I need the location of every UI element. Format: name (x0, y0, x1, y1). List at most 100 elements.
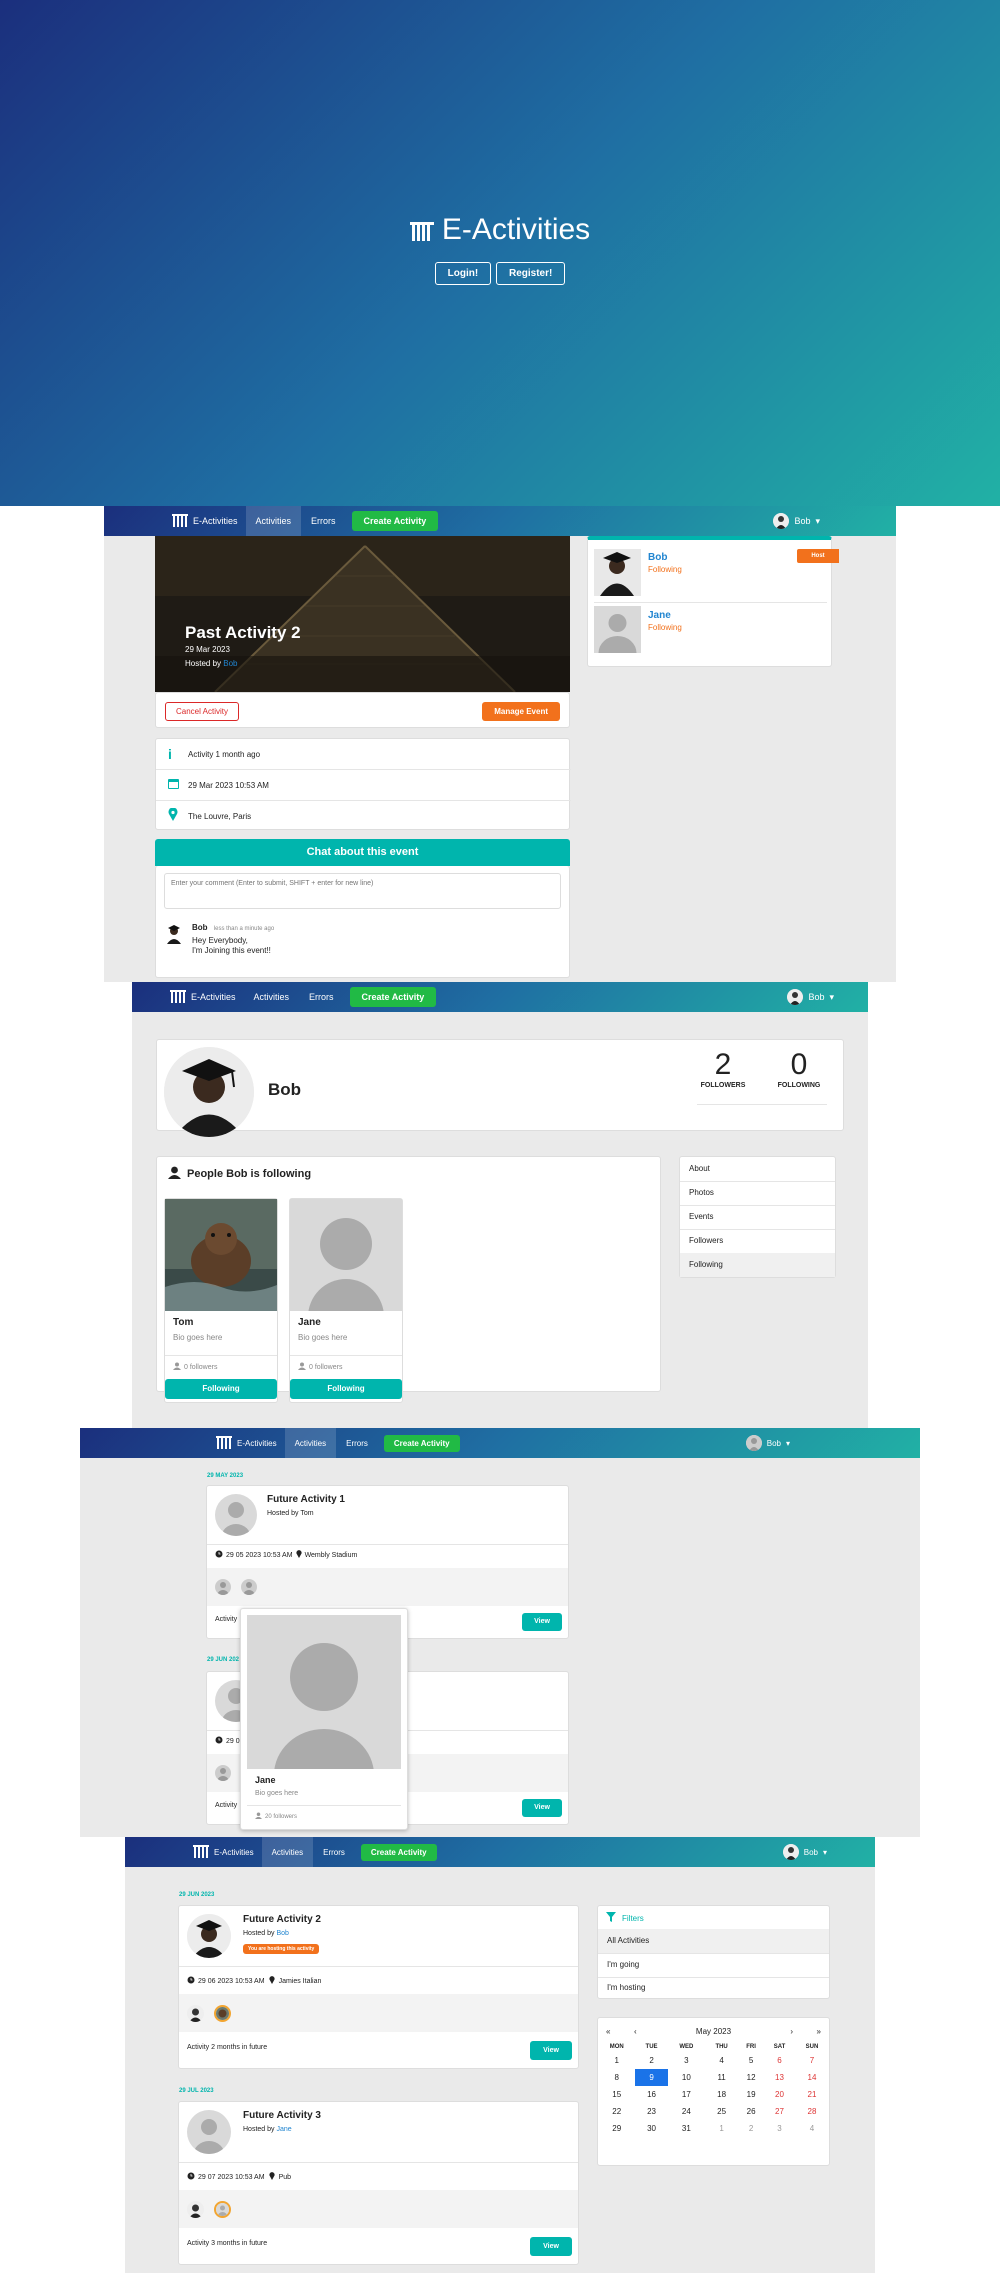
calendar-next-year[interactable]: » (817, 2027, 821, 2036)
following-button[interactable]: Following (290, 1379, 402, 1399)
nav-brand[interactable]: E-Activities (208, 1428, 285, 1458)
calendar-day[interactable]: 26 (738, 2103, 764, 2120)
calendar-day[interactable]: 27 (764, 2103, 795, 2120)
profile-card[interactable]: Jane Bio goes here 0 followers (289, 1198, 403, 1403)
calendar-day[interactable]: 1 (598, 2052, 635, 2069)
calendar-day[interactable]: 13 (764, 2069, 795, 2086)
calendar-day[interactable]: 10 (668, 2069, 705, 2086)
nav-brand[interactable]: E-Activities (162, 982, 244, 1012)
calendar-day[interactable]: 21 (795, 2086, 829, 2103)
calendar-day[interactable]: 17 (668, 2086, 705, 2103)
calendar-day[interactable]: 20 (764, 2086, 795, 2103)
avatar[interactable] (214, 2201, 231, 2218)
profile-card[interactable]: Tom Bio goes here 0 followers (164, 1198, 278, 1403)
avatar[interactable] (215, 1579, 231, 1595)
host-link[interactable]: Bob (223, 659, 237, 668)
calendar-day[interactable]: 24 (668, 2103, 705, 2120)
host-link[interactable]: Jane (276, 2126, 291, 2133)
profile-menu-following[interactable]: Following (680, 1253, 835, 1277)
comment-line-1: Hey Everybody, (192, 936, 248, 945)
profile-menu-photos[interactable]: Photos (680, 1181, 835, 1205)
calendar-next-month[interactable]: › (790, 2027, 793, 2036)
host-link[interactable]: Bob (276, 1930, 288, 1937)
calendar-day[interactable]: 15 (598, 2086, 635, 2103)
calendar-day[interactable]: 4 (705, 2052, 738, 2069)
activity-title[interactable]: Future Activity 2 (243, 1914, 321, 1925)
avatar[interactable] (187, 2005, 204, 2022)
nav-brand[interactable]: E-Activities (164, 506, 246, 536)
calendar-day[interactable]: 28 (795, 2103, 829, 2120)
nav-activities[interactable]: Activities (261, 1837, 314, 1867)
user-menu[interactable]: Bob ▾ (782, 1844, 827, 1860)
nav-activities[interactable]: Activities (245, 506, 302, 536)
manage-event-button[interactable]: Manage Event (482, 702, 560, 721)
calendar-day[interactable]: 4 (795, 2120, 829, 2137)
calendar-day[interactable]: 2 (738, 2120, 764, 2137)
following-button[interactable]: Following (165, 1379, 277, 1399)
attendee-name[interactable]: Bob (648, 552, 667, 563)
calendar-day[interactable]: 29 (598, 2120, 635, 2137)
filter-all-activities[interactable]: All Activities (598, 1929, 829, 1953)
calendar-day[interactable]: 7 (795, 2052, 829, 2069)
calendar-day[interactable]: 16 (635, 2086, 667, 2103)
nav-errors[interactable]: Errors (336, 1428, 378, 1458)
comment-time: less than a minute ago (213, 926, 275, 932)
view-button[interactable]: View (522, 1799, 562, 1817)
activity-date: 29 0 (226, 1737, 240, 1745)
nav-errors[interactable]: Errors (299, 982, 344, 1012)
create-activity-button[interactable]: Create Activity (351, 511, 439, 531)
calendar-day[interactable]: 22 (598, 2103, 635, 2120)
calendar-day[interactable]: 3 (668, 2052, 705, 2069)
calendar-day[interactable]: 3 (764, 2120, 795, 2137)
attendee-name[interactable]: Jane (648, 610, 671, 621)
calendar-day[interactable]: 14 (795, 2069, 829, 2086)
nav-activities[interactable]: Activities (284, 1428, 337, 1458)
avatar[interactable] (215, 1765, 231, 1781)
calendar-day[interactable]: 19 (738, 2086, 764, 2103)
cancel-activity-button[interactable]: Cancel Activity (165, 702, 240, 721)
profile-menu-followers[interactable]: Followers (680, 1229, 835, 1253)
create-activity-button[interactable]: Create Activity (360, 1843, 437, 1861)
comment-author[interactable]: Bob (192, 923, 208, 932)
create-activity-button[interactable]: Create Activity (349, 987, 437, 1007)
view-button[interactable]: View (522, 1613, 562, 1631)
create-activity-button[interactable]: Create Activity (383, 1434, 460, 1452)
calendar-day[interactable]: 11 (705, 2069, 738, 2086)
avatar[interactable] (187, 2201, 204, 2218)
user-menu[interactable]: Bob ▾ (773, 513, 820, 529)
avatar[interactable] (241, 1579, 257, 1595)
calendar-day[interactable]: 18 (705, 2086, 738, 2103)
user-menu[interactable]: Bob ▾ (787, 989, 834, 1005)
nav-brand[interactable]: E-Activities (185, 1837, 262, 1867)
chat-input[interactable] (164, 873, 561, 909)
calendar-day[interactable]: 2 (635, 2052, 667, 2069)
hero-title: E-Activities (0, 213, 1000, 250)
profile-menu-events[interactable]: Events (680, 1205, 835, 1229)
activity-title[interactable]: Future Activity 1 (267, 1494, 345, 1505)
register-button[interactable]: Register! (495, 262, 566, 285)
nav-errors[interactable]: Errors (313, 1837, 355, 1867)
calendar-day[interactable]: 1 (705, 2120, 738, 2137)
calendar-day[interactable]: 31 (668, 2120, 705, 2137)
calendar-day[interactable]: 6 (764, 2052, 795, 2069)
calendar-day[interactable]: 12 (738, 2069, 764, 2086)
user-menu[interactable]: Bob ▾ (745, 1435, 790, 1451)
calendar-day[interactable]: 25 (705, 2103, 738, 2120)
login-button[interactable]: Login! (434, 262, 492, 285)
calendar-day[interactable]: 8 (598, 2069, 635, 2086)
filter-im-hosting[interactable]: I'm hosting (598, 1977, 829, 1999)
calendar-day[interactable]: 23 (635, 2103, 667, 2120)
calendar-day[interactable]: 30 (635, 2120, 667, 2137)
calendar-month-label[interactable]: May 2023 (598, 2027, 829, 2036)
nav-errors[interactable]: Errors (301, 506, 346, 536)
view-button[interactable]: View (530, 2237, 572, 2256)
profile-menu-about[interactable]: About (680, 1157, 835, 1181)
calendar-day[interactable]: 9 (635, 2069, 668, 2086)
filter-im-going[interactable]: I'm going (598, 1953, 829, 1977)
nav-activities[interactable]: Activities (244, 982, 300, 1012)
profile-name: Bob (268, 1080, 302, 1099)
view-button[interactable]: View (530, 2041, 572, 2060)
calendar-day[interactable]: 5 (738, 2052, 764, 2069)
activity-title[interactable]: Future Activity 3 (243, 2110, 321, 2121)
avatar[interactable] (214, 2005, 231, 2022)
